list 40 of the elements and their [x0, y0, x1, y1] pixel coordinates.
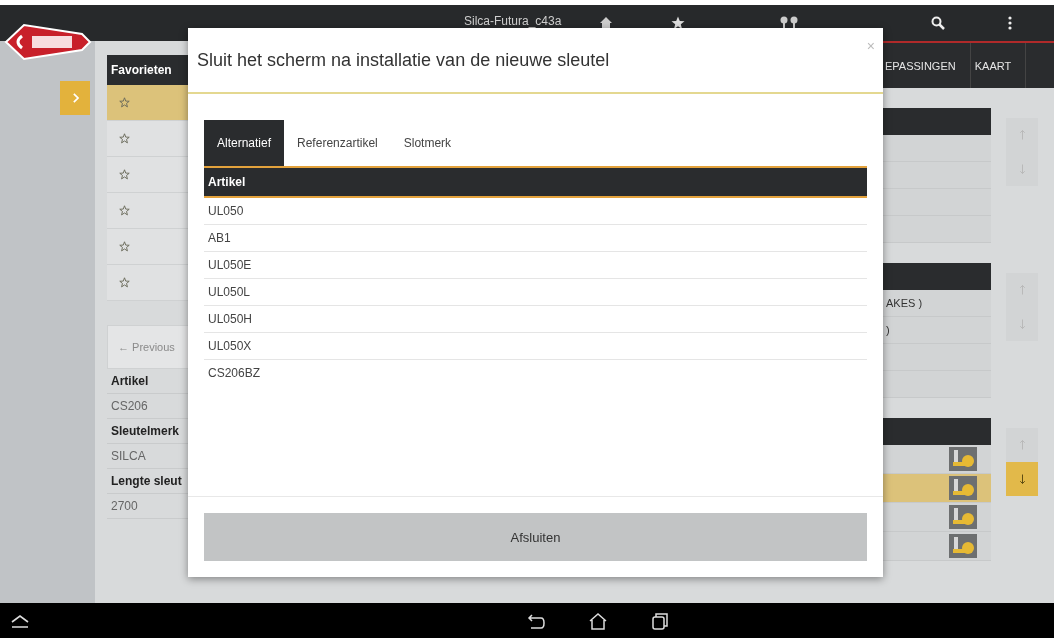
- star-icon[interactable]: [119, 169, 130, 180]
- search-icon[interactable]: [931, 16, 945, 30]
- star-icon[interactable]: [119, 133, 130, 144]
- home-icon[interactable]: [599, 16, 613, 30]
- star-icon[interactable]: [119, 241, 130, 252]
- table-row[interactable]: UL050X: [204, 333, 867, 360]
- table-row[interactable]: UL050L: [204, 279, 867, 306]
- device-name: Silca-Futura_c43a: [464, 14, 562, 28]
- arrow-up-icon: [1017, 129, 1027, 141]
- key-icon: [949, 447, 977, 471]
- table-row[interactable]: UL050: [204, 198, 867, 225]
- chevron-up-icon[interactable]: [10, 614, 30, 628]
- tab[interactable]: Alternatief: [204, 120, 285, 166]
- arrow-up-icon: [1017, 284, 1027, 296]
- star-icon[interactable]: [671, 16, 685, 30]
- column-header: Artikel: [208, 175, 246, 189]
- table-row[interactable]: AB1: [204, 225, 867, 252]
- star-icon[interactable]: [119, 277, 130, 288]
- row-text: ): [885, 324, 890, 336]
- table-row[interactable]: UL050E: [204, 252, 867, 279]
- arrow-down-icon: [1017, 318, 1027, 330]
- close-dialog-button[interactable]: Afsluiten: [204, 513, 867, 561]
- tab[interactable]: Slotmerk: [390, 120, 465, 166]
- nav-tab[interactable]: KAART: [970, 43, 1027, 88]
- key-icon: [949, 534, 977, 558]
- row-text: AKES ): [885, 297, 923, 309]
- arrow-down-icon: [1017, 473, 1027, 485]
- menu-icon[interactable]: [1008, 16, 1012, 30]
- chevron-right-icon: [71, 93, 79, 103]
- arrow-down-icon: [1017, 163, 1027, 175]
- star-icon[interactable]: [119, 97, 130, 108]
- home-icon[interactable]: [588, 612, 608, 630]
- recent-apps-icon[interactable]: [651, 612, 669, 630]
- star-icon[interactable]: [119, 205, 130, 216]
- key-icon: [949, 476, 977, 500]
- back-icon[interactable]: [525, 614, 545, 630]
- arrow-up-icon: [1017, 439, 1027, 451]
- tab[interactable]: Referenzartikel: [284, 120, 391, 166]
- key-icon: [949, 505, 977, 529]
- table-row[interactable]: UL050H: [204, 306, 867, 333]
